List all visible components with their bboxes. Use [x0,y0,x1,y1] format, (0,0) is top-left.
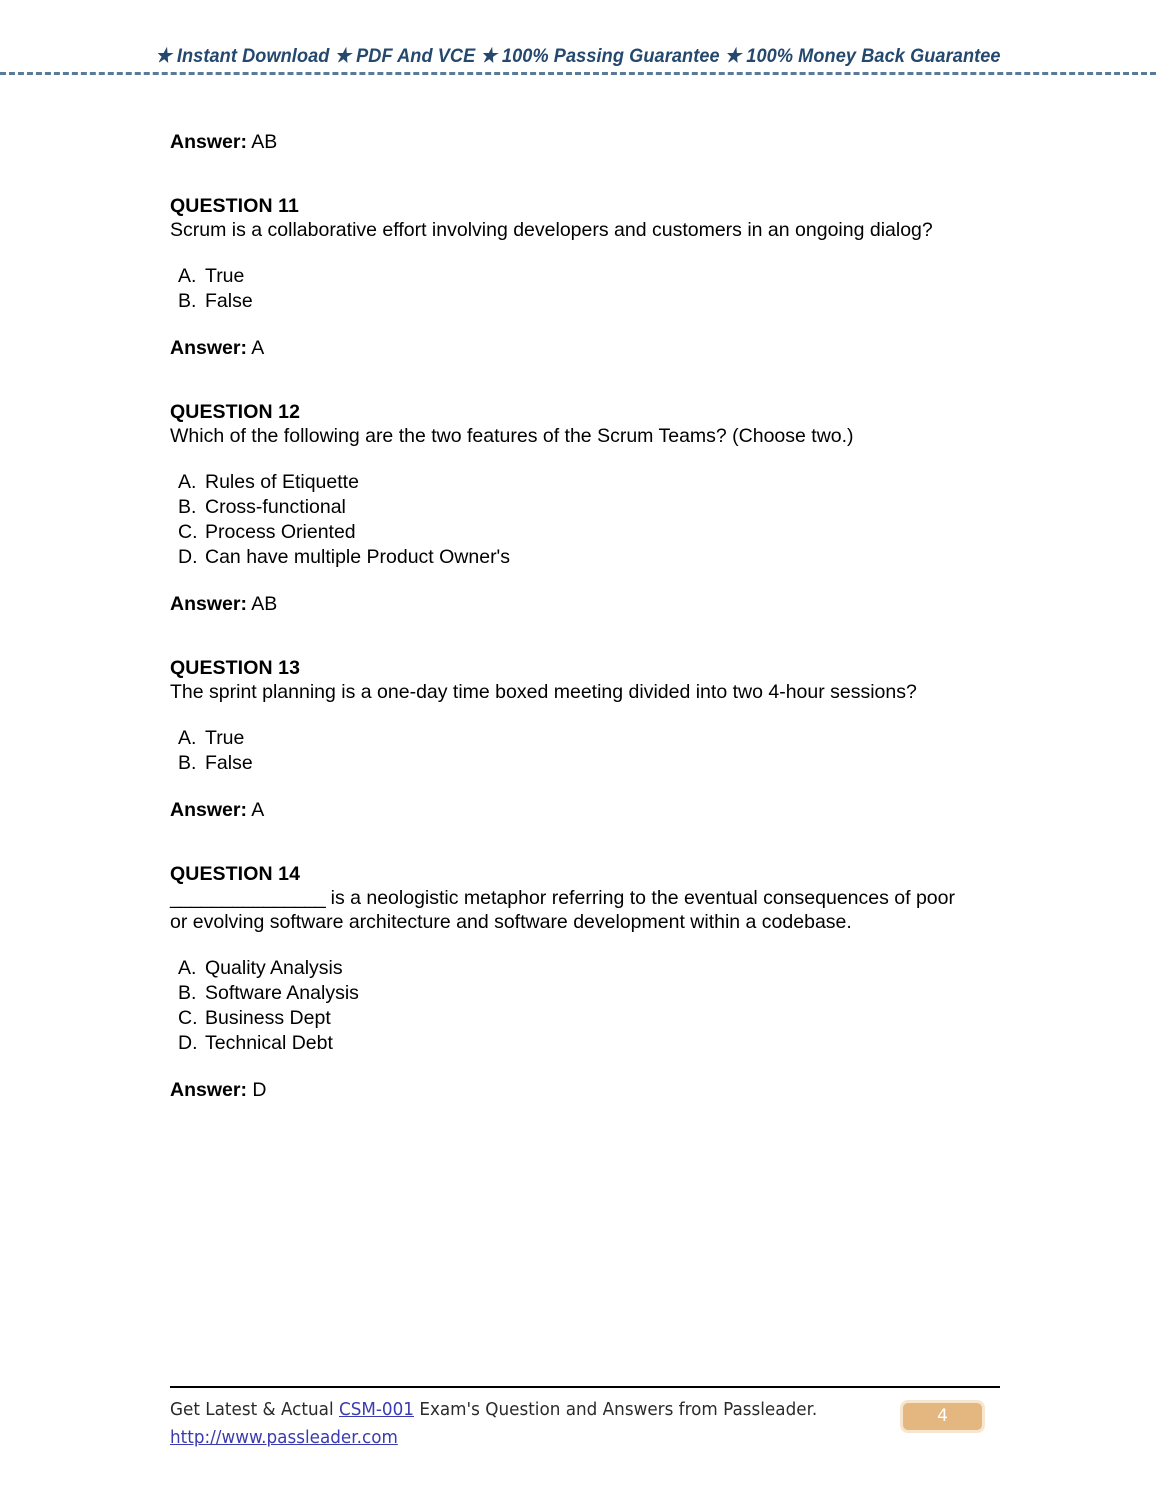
footer-prefix: Get Latest & Actual [170,1400,339,1420]
question-block: QUESTION 12 Which of the following are t… [170,400,970,616]
page-number-badge: 4 [900,1400,985,1433]
option-item[interactable]: D. Technical Debt [170,1031,970,1056]
option-item[interactable]: B. Software Analysis [170,981,970,1006]
option-letter: A. [178,265,197,287]
question-heading: QUESTION 14 [170,863,301,885]
question-text: Which of the following are the two featu… [170,425,854,447]
option-item[interactable]: D. Can have multiple Product Owner's [170,545,970,570]
answer-value: D [252,1079,267,1101]
option-text: Can have multiple Product Owner's [205,546,511,568]
fill-in-blank: _______________ [170,887,326,909]
option-item[interactable]: A. Quality Analysis [170,956,970,981]
options-list: A. Rules of Etiquette B. Cross-functiona… [170,470,970,570]
answer-value: A [251,799,265,821]
options-list: A. True B. False [170,264,970,314]
header-dashed-rule [0,72,1156,75]
question-block: QUESTION 14 _______________ is a neologi… [170,862,970,1102]
question-text: Scrum is a collaborative effort involvin… [170,219,933,241]
answer-line: Answer: AB [170,130,970,154]
footer-text: Get Latest & Actual CSM-001 Exam's Quest… [170,1396,967,1452]
option-text: Rules of Etiquette [205,471,359,493]
answer-label: Answer: [170,1079,247,1101]
answer-label: Answer: [170,337,247,359]
option-letter: B. [178,982,197,1004]
option-text: False [205,290,253,312]
option-item[interactable]: B. False [170,751,970,776]
option-item[interactable]: A. True [170,726,970,751]
option-text: False [205,752,253,774]
passleader-url-link[interactable]: http://www.passleader.com [170,1424,967,1452]
option-item[interactable]: C. Process Oriented [170,520,970,545]
option-text: Quality Analysis [205,957,343,979]
question-heading: QUESTION 13 [170,657,301,679]
option-letter: B. [178,290,197,312]
option-item[interactable]: B. False [170,289,970,314]
answer-line: Answer: D [170,1078,970,1102]
option-letter: D. [178,546,198,568]
option-text: Business Dept [205,1007,331,1029]
option-item[interactable]: C. Business Dept [170,1006,970,1031]
answer-line: Answer: AB [170,592,970,616]
option-text: Cross-functional [205,496,346,518]
option-letter: C. [178,521,198,543]
answer-value: AB [251,131,278,153]
option-text: Technical Debt [205,1032,333,1054]
option-text: Software Analysis [205,982,359,1004]
page-footer: Get Latest & Actual CSM-001 Exam's Quest… [170,1386,1000,1452]
question-text: The sprint planning is a one-day time bo… [170,681,917,703]
option-letter: A. [178,727,197,749]
option-item[interactable]: B. Cross-functional [170,495,970,520]
answer-line: Answer: A [170,798,970,822]
answer-line: Answer: A [170,336,970,360]
answer-label: Answer: [170,131,247,153]
footer-suffix: Exam's Question and Answers from Passlea… [413,1400,818,1420]
option-item[interactable]: A. True [170,264,970,289]
option-letter: A. [178,957,197,979]
question-block: QUESTION 11 Scrum is a collaborative eff… [170,194,970,360]
document-body: Answer: AB QUESTION 11 Scrum is a collab… [170,130,970,1102]
question-block: QUESTION 13 The sprint planning is a one… [170,656,970,822]
option-text: True [205,265,245,287]
option-text: True [205,727,245,749]
option-item[interactable]: A. Rules of Etiquette [170,470,970,495]
exam-code-link[interactable]: CSM-001 [339,1400,414,1420]
answer-label: Answer: [170,799,247,821]
options-list: A. Quality Analysis B. Software Analysis… [170,956,970,1056]
question-heading: QUESTION 11 [170,195,299,217]
question-text: _______________ is a neologistic metapho… [170,886,960,934]
option-letter: D. [178,1032,198,1054]
promo-header-text: ★ Instant Download ★ PDF And VCE ★ 100% … [155,45,1001,67]
option-letter: C. [178,1007,198,1029]
options-list: A. True B. False [170,726,970,776]
answer-value: AB [251,593,278,615]
option-text: Process Oriented [205,521,356,543]
option-letter: B. [178,752,197,774]
answer-label: Answer: [170,593,247,615]
answer-value: A [251,337,265,359]
option-letter: A. [178,471,197,493]
promo-header: ★ Instant Download ★ PDF And VCE ★ 100% … [40,44,1115,68]
option-letter: B. [178,496,197,518]
question-heading: QUESTION 12 [170,401,301,423]
footer-rule [170,1386,1000,1388]
